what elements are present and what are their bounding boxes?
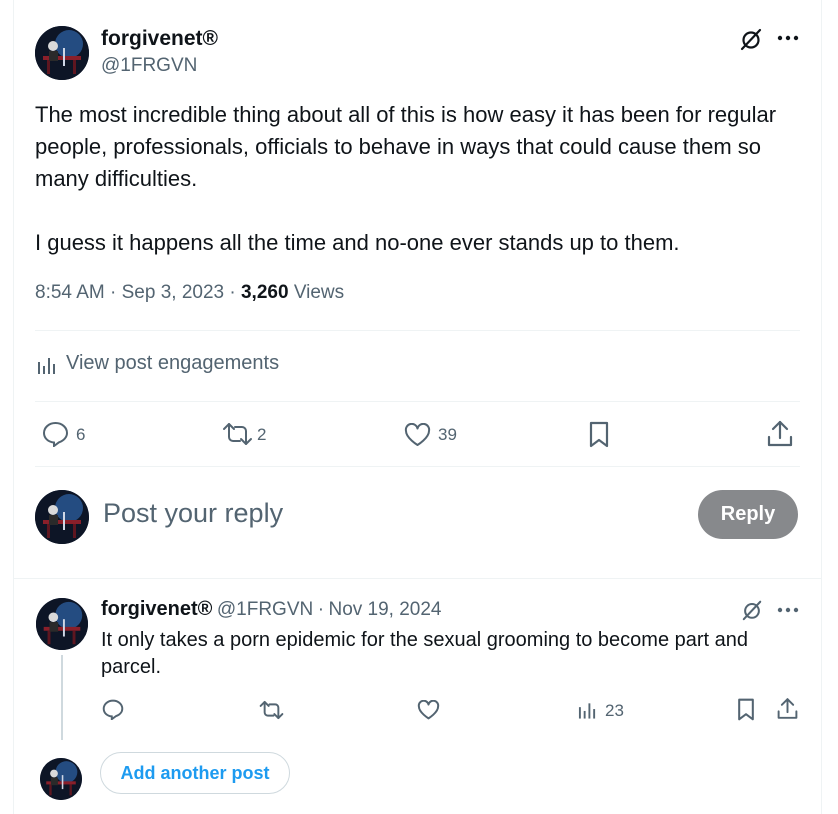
- more-options-icon[interactable]: [777, 606, 799, 614]
- post-date[interactable]: Nov 19, 2024: [328, 599, 441, 620]
- divider: [14, 578, 822, 579]
- separator-dot: ·: [110, 282, 117, 303]
- reply-text: It only takes a porn epidemic for the se…: [101, 627, 801, 681]
- author-name[interactable]: forgivenet®: [101, 27, 218, 51]
- views-count: 23: [605, 701, 624, 720]
- repost-count: 2: [257, 425, 267, 444]
- bookmark-icon[interactable]: [589, 421, 609, 448]
- avatar[interactable]: [35, 490, 89, 544]
- views-count: 3,260: [240, 282, 289, 303]
- post-date[interactable]: Sep 3, 2023: [122, 282, 224, 303]
- author-name[interactable]: forgivenet®: [101, 598, 212, 620]
- avatar[interactable]: [35, 26, 89, 80]
- reply-text-line: It only takes a porn epidemic for the se…: [101, 629, 749, 651]
- separator-dot: ·: [317, 599, 325, 620]
- author-handle[interactable]: @1FRGVN: [101, 55, 197, 77]
- divider: [35, 330, 800, 331]
- post-metadata: 8:54 AM · Sep 3, 2023 · 3,260 Views: [35, 282, 344, 304]
- post-paragraph: The most incredible thing about all of t…: [35, 102, 777, 191]
- author-handle[interactable]: @1FRGVN: [217, 599, 313, 620]
- separator-dot: ·: [229, 282, 236, 303]
- grok-icon[interactable]: [739, 27, 763, 51]
- bookmark-icon[interactable]: [737, 698, 755, 721]
- repost-icon[interactable]: [259, 700, 284, 720]
- more-options-icon[interactable]: [777, 34, 799, 42]
- avatar[interactable]: [40, 758, 82, 800]
- like-icon[interactable]: [404, 423, 431, 447]
- like-icon[interactable]: [417, 700, 440, 720]
- reply-input[interactable]: Post your reply: [103, 498, 283, 529]
- share-icon[interactable]: [767, 420, 793, 447]
- view-engagements-label: View post engagements: [66, 352, 280, 374]
- post-paragraph: I guess it happens all the time and no-o…: [35, 230, 680, 255]
- like-count: 39: [438, 425, 457, 444]
- thread-line: [61, 655, 63, 740]
- views-label: Views: [293, 282, 345, 303]
- reply-text-line: parcel.: [101, 656, 162, 678]
- divider: [35, 401, 800, 402]
- grok-icon[interactable]: [741, 599, 763, 621]
- post-time[interactable]: 8:54 AM: [35, 282, 105, 303]
- reply-button[interactable]: Reply: [698, 490, 798, 539]
- share-icon[interactable]: [777, 697, 798, 720]
- analytics-icon: [37, 355, 57, 375]
- reply-icon[interactable]: [102, 699, 124, 720]
- post-text: The most incredible thing about all of t…: [35, 99, 785, 259]
- avatar[interactable]: [36, 598, 88, 650]
- reply-count: 6: [76, 425, 86, 444]
- reply-header: forgivenet® @1FRGVN · Nov 19, 2024: [101, 598, 442, 621]
- add-another-post-button[interactable]: Add another post: [100, 752, 290, 794]
- repost-icon[interactable]: [222, 422, 253, 446]
- divider: [35, 466, 800, 467]
- analytics-icon[interactable]: [578, 700, 597, 720]
- reply-icon[interactable]: [42, 421, 69, 447]
